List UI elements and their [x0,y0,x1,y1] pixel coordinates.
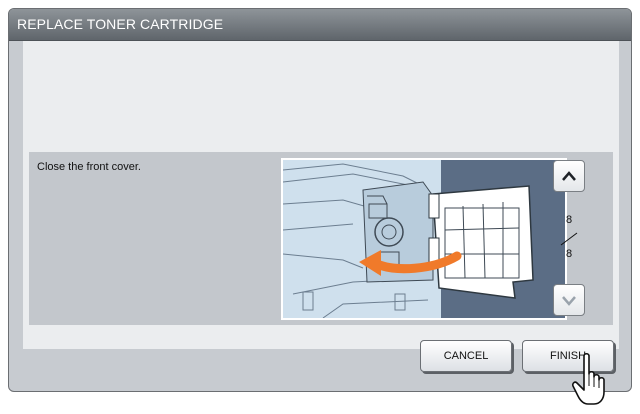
title-bar: REPLACE TONER CARTRIDGE [9,9,631,41]
scroll-up-button[interactable] [553,160,585,192]
instruction-text: Close the front cover. [37,161,141,173]
front-cover-illustration [281,158,567,320]
step-area: Close the front cover. [29,152,613,325]
chevron-up-icon [562,171,576,181]
dialog-title: REPLACE TONER CARTRIDGE [17,16,224,32]
page-indicator: 8 8 [557,212,581,272]
scroll-down-button[interactable] [553,284,585,316]
page-slash [560,232,578,246]
cancel-button[interactable]: CANCEL [420,340,512,372]
page-current: 8 [565,214,573,226]
hand-pointer-icon [572,352,605,405]
chevron-down-icon [562,296,576,306]
dialog-panel: REPLACE TONER CARTRIDGE Close the front … [8,8,632,392]
page-total: 8 [565,248,573,260]
